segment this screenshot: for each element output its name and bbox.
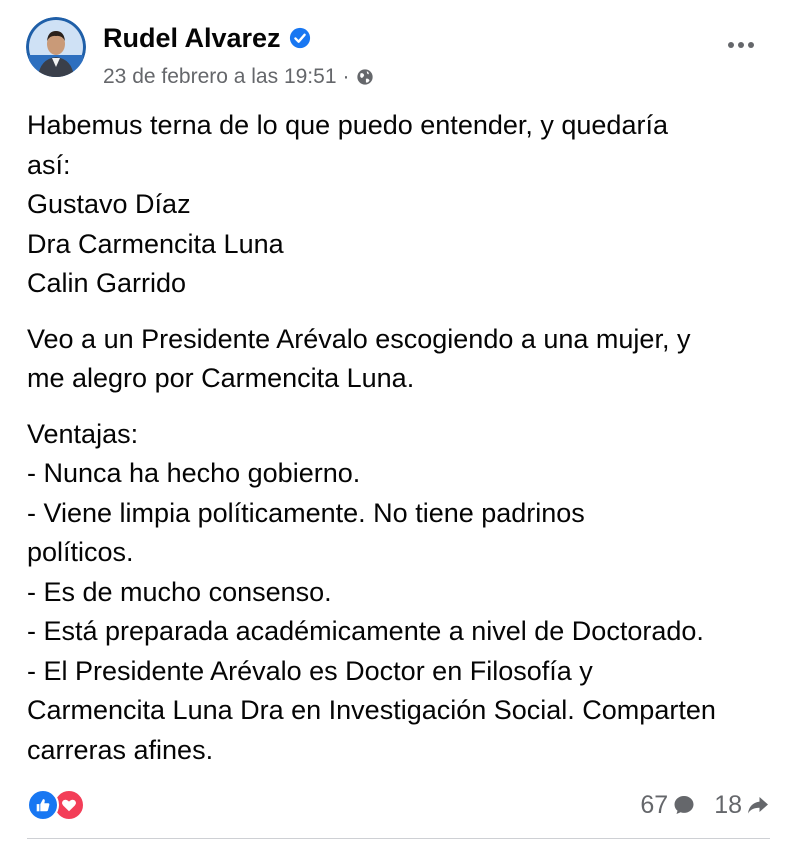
post-line: carreras afines. [27,734,214,765]
more-options-dot [748,42,754,48]
post-line: - El Presidente Arévalo es Doctor en Fil… [27,655,593,686]
globe-icon[interactable] [356,68,374,86]
reaction-summary[interactable] [27,788,85,822]
post-line: - Es de mucho consenso. [27,576,332,607]
post-paragraph: Habemus terna de lo que puedo entender, … [27,106,777,304]
post-line: - Está preparada académicamente a nivel … [27,616,704,646]
post-line: - Nunca ha hecho gobierno. [27,458,361,488]
verified-badge-icon [289,27,310,49]
comments-count-button[interactable]: 67 [640,791,696,820]
post-body: Habemus terna de lo que puedo entender, … [27,106,777,770]
more-options-dot [728,42,734,48]
post-line: - Viene limpia políticamente. No tiene p… [27,497,585,528]
comment-icon [674,796,694,814]
post-line: políticos. [27,537,134,567]
shares-count: 18 [714,790,742,819]
more-options-button[interactable] [720,28,762,62]
post-line: Gustavo Díaz [27,189,191,219]
comments-count: 67 [640,790,669,819]
post-timestamp[interactable]: 23 de febrero a las 19:51 [103,64,337,90]
avatar-image [26,17,86,77]
post-line: Ventajas: [27,418,139,449]
author-name-text[interactable]: Rudel Alvarez [103,22,281,54]
post-line: Calin Garrido [27,268,187,298]
facebook-post: Rudel Alvarez 23 de febrero a las 19:51 … [0,0,800,849]
post-line: así: [27,149,71,180]
post-line: me alegro por Carmencita Luna. [27,363,415,393]
post-meta: 23 de febrero a las 19:51 · [103,64,374,90]
post-line: Habemus terna de lo que puedo entender, … [27,110,668,140]
post-paragraph: Veo a un Presidente Arévalo escogiendo a… [27,320,777,399]
like-icon [27,789,59,821]
shares-count-button[interactable]: 18 [714,791,770,820]
author-name[interactable]: Rudel Alvarez [103,22,311,54]
footer-divider [27,838,770,839]
post-paragraph: Ventajas: - Nunca ha hecho gobierno. - V… [27,415,777,771]
share-icon [748,797,768,814]
more-options-dot [738,42,744,48]
post-line: Dra Carmencita Luna [27,228,284,259]
meta-separator: · [342,65,350,88]
post-line: Carmencita Luna Dra en Investigación Soc… [27,695,716,725]
author-avatar[interactable] [26,17,86,77]
engagement-stats: 67 18 [640,788,770,822]
post-line: Veo a un Presidente Arévalo escogiendo a… [27,323,691,354]
